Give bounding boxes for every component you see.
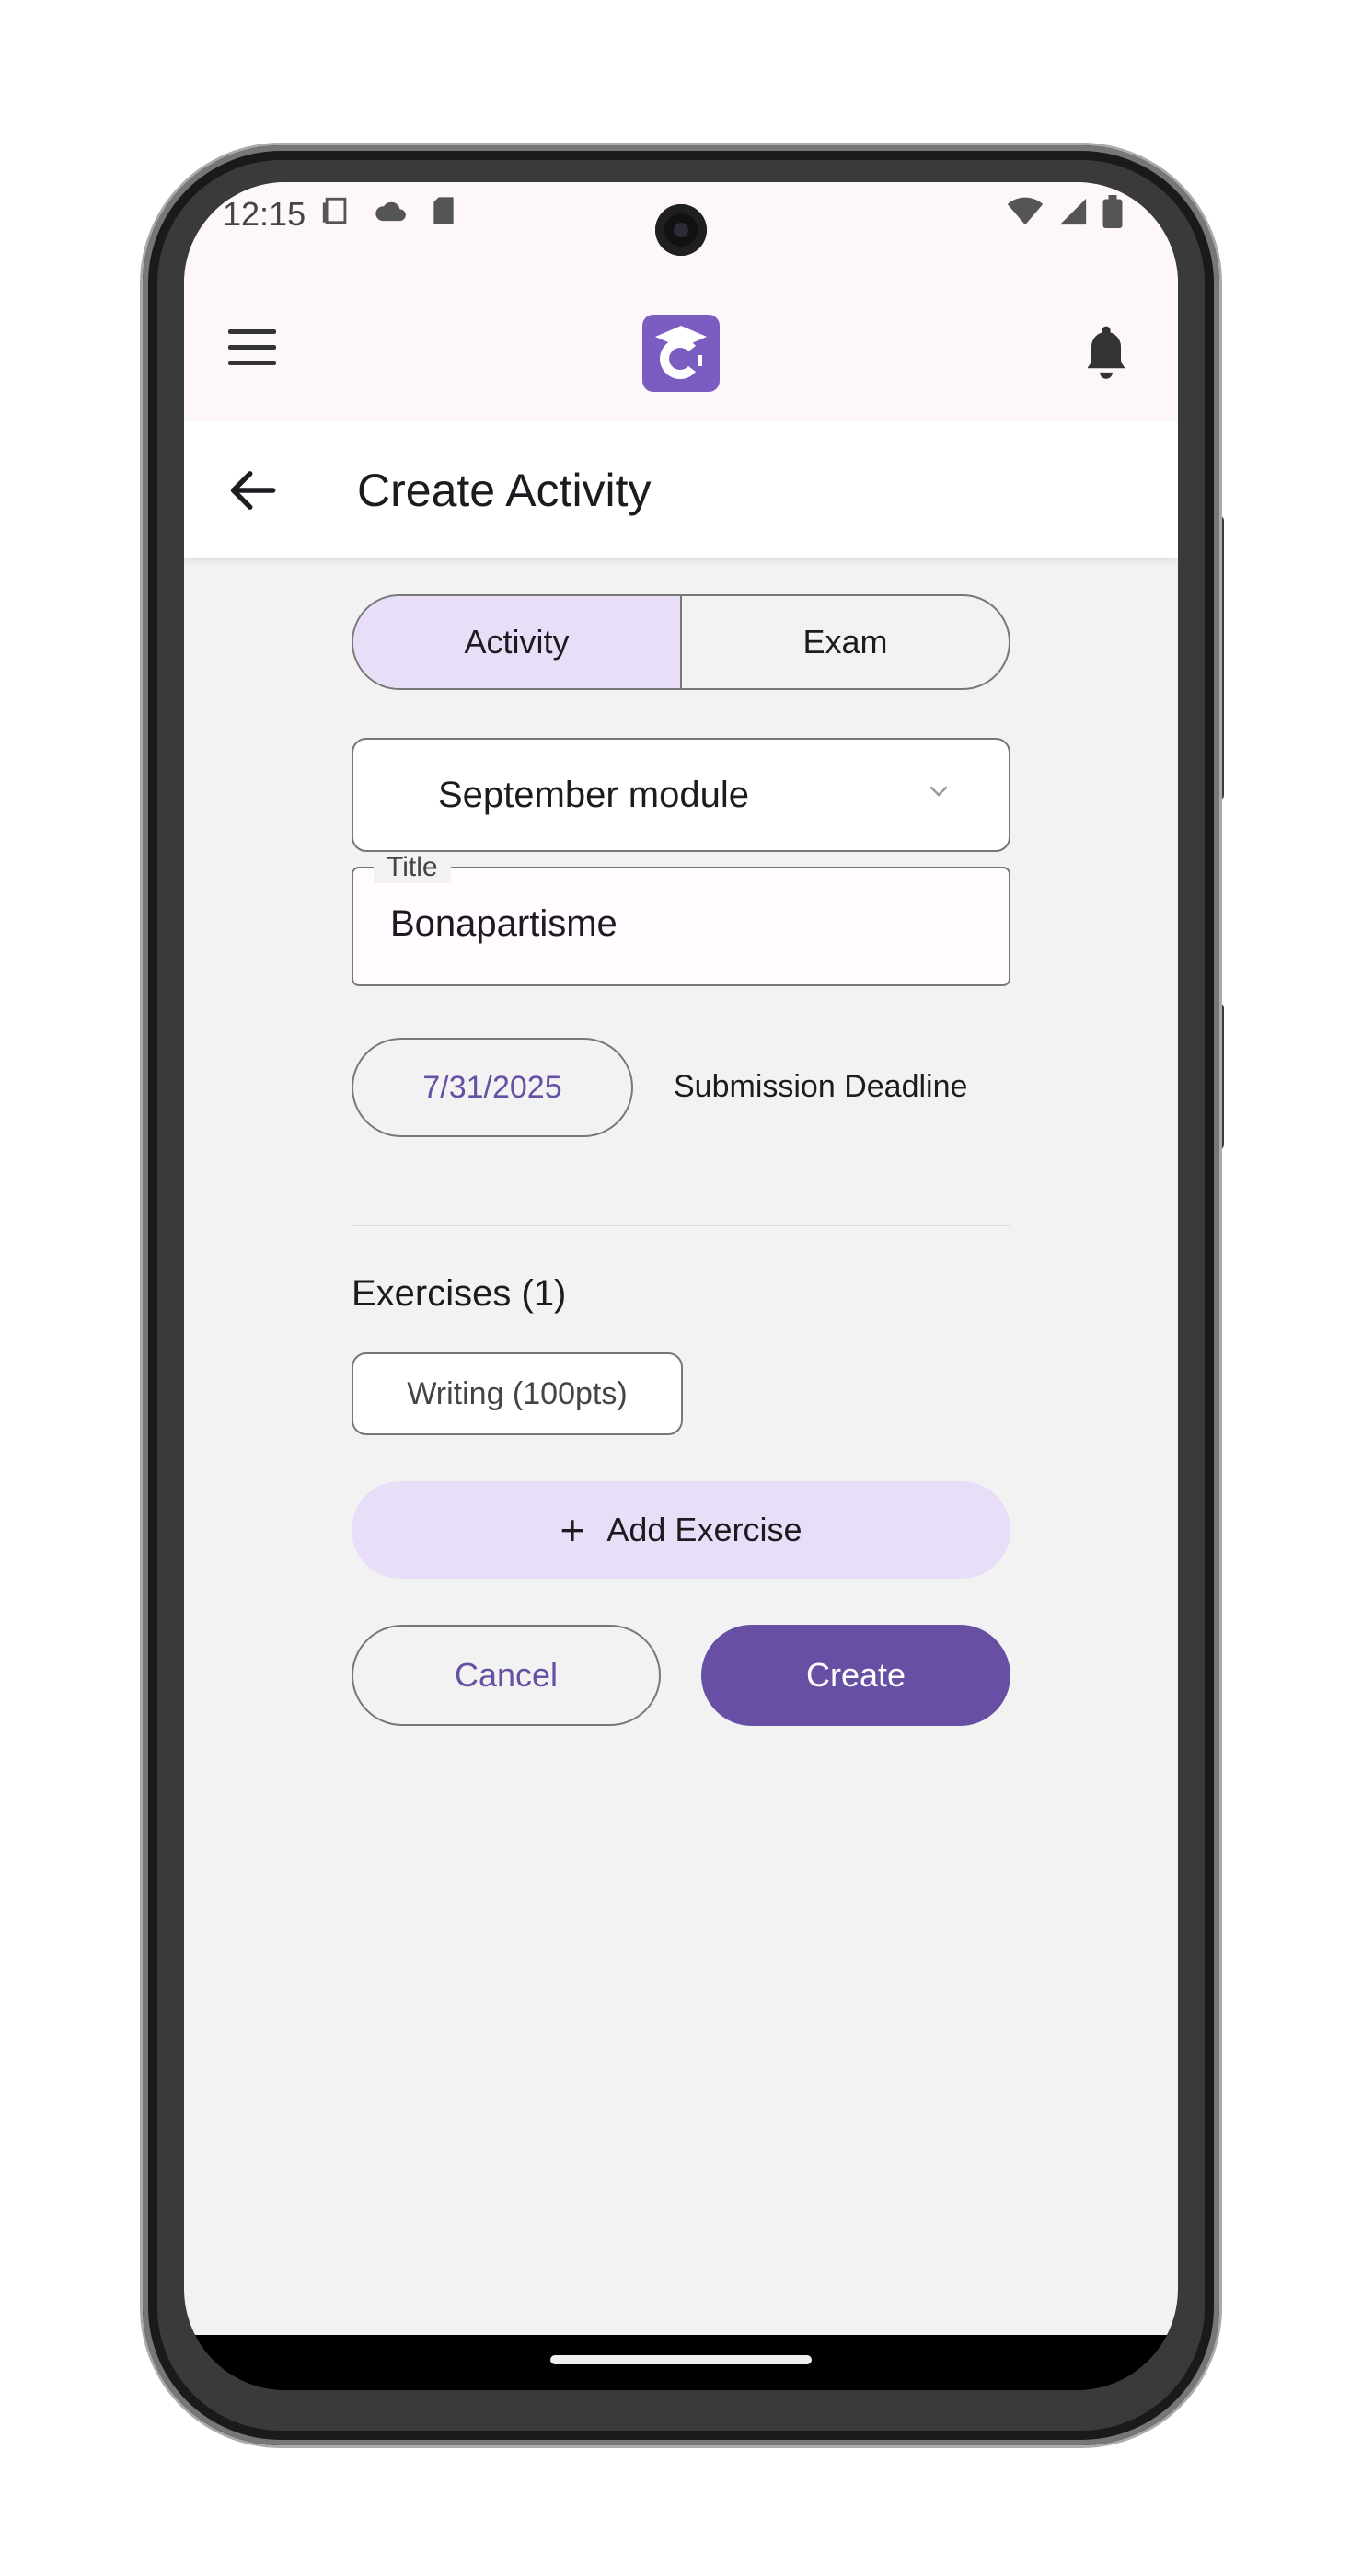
app-screen: 12:15 Create Activity Activity Exam Sept… xyxy=(184,182,1178,2335)
battery-icon xyxy=(1102,195,1123,228)
app-bar xyxy=(184,283,1178,421)
screenshot-icon xyxy=(322,197,347,224)
phone-screen: 12:15 Create Activity Activity Exam Sept… xyxy=(184,182,1178,2390)
create-button[interactable]: Create xyxy=(701,1625,1010,1726)
segment-activity[interactable]: Activity xyxy=(353,596,682,688)
page-title: Create Activity xyxy=(357,465,652,516)
plus-icon: + xyxy=(560,1506,585,1554)
status-time: 12:15 xyxy=(223,195,306,233)
module-dropdown-value: September module xyxy=(438,775,749,815)
activity-type-toggle: Activity Exam xyxy=(352,594,1010,690)
title-input[interactable] xyxy=(390,903,979,945)
deadline-label: Submission Deadline xyxy=(674,1069,968,1104)
section-divider xyxy=(352,1225,1010,1226)
status-icons-left xyxy=(320,195,456,226)
back-arrow-icon[interactable] xyxy=(226,467,278,513)
wifi-icon xyxy=(1007,197,1044,225)
chevron-down-icon xyxy=(929,786,948,797)
signal-icon xyxy=(1059,198,1087,225)
sd-card-icon xyxy=(433,197,454,224)
menu-icon[interactable] xyxy=(228,329,276,366)
front-camera xyxy=(655,204,707,256)
module-dropdown[interactable]: September module xyxy=(352,738,1010,852)
status-bar: 12:15 xyxy=(184,182,1178,283)
cloud-icon xyxy=(375,201,406,222)
title-field-label: Title xyxy=(374,852,451,883)
title-field: Title xyxy=(352,852,1010,986)
exercise-chip[interactable]: Writing (100pts) xyxy=(352,1352,683,1435)
graduation-logo-icon xyxy=(655,326,707,379)
add-exercise-label: Add Exercise xyxy=(606,1511,802,1548)
page-header: Create Activity xyxy=(184,421,1178,558)
home-indicator[interactable] xyxy=(550,2355,812,2364)
deadline-date-button[interactable]: 7/31/2025 xyxy=(352,1038,633,1137)
gesture-nav-bar xyxy=(184,2335,1178,2390)
cancel-button[interactable]: Cancel xyxy=(352,1625,661,1726)
add-exercise-button[interactable]: + Add Exercise xyxy=(352,1481,1010,1579)
notifications-bell-icon[interactable] xyxy=(1080,322,1132,381)
segment-exam[interactable]: Exam xyxy=(682,596,1009,688)
app-logo xyxy=(642,315,720,392)
status-icons-right xyxy=(1007,195,1123,228)
exercises-heading: Exercises (1) xyxy=(352,1273,567,1314)
